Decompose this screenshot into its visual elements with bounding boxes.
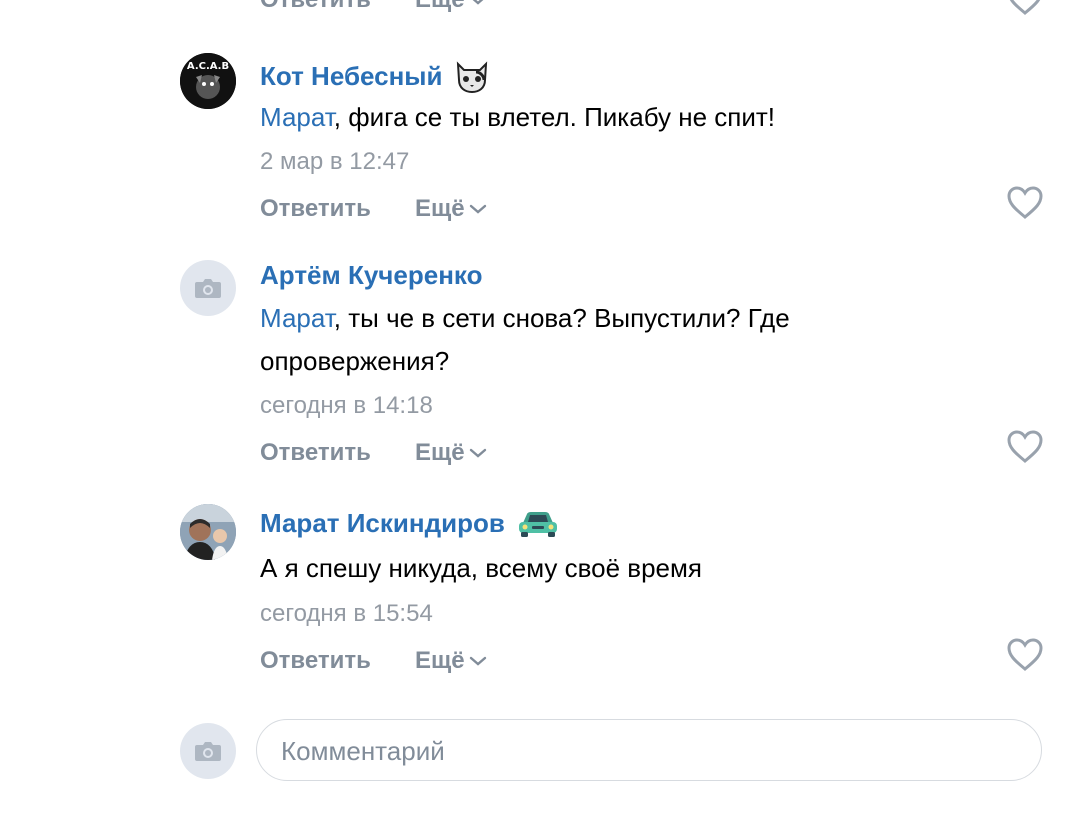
comment-composer (256, 719, 1042, 782)
avatar[interactable] (180, 260, 236, 316)
more-button[interactable]: Ещё (415, 195, 487, 223)
mention-link[interactable]: Марат (260, 303, 334, 333)
reply-button[interactable]: Ответить (260, 195, 371, 223)
comment-author[interactable]: Марат Искиндиров (260, 508, 559, 539)
mention-link[interactable]: Марат (260, 102, 334, 132)
cat-emoji-icon (457, 61, 488, 94)
comment-text: А я спешу никуда, всему своё время (260, 547, 920, 590)
more-button[interactable]: Ещё (415, 0, 487, 14)
more-label: Ещё (415, 647, 465, 674)
avatar[interactable]: A.C.A.B (180, 53, 236, 109)
more-label: Ещё (415, 439, 465, 466)
svg-text:A.C.A.B: A.C.A.B (187, 61, 229, 72)
heart-icon[interactable] (1006, 430, 1044, 464)
comment-text: Марат, ты че в сети снова? Выпустили? Гд… (260, 297, 920, 383)
author-name: Артём Кучеренко (260, 260, 483, 290)
author-name: Кот Небесный (260, 60, 443, 91)
more-button[interactable]: Ещё (415, 439, 487, 467)
user-photo-icon (180, 504, 236, 560)
more-button[interactable]: Ещё (415, 647, 487, 675)
reply-button[interactable]: Ответить (260, 0, 371, 14)
comment-body: А я спешу никуда, всему своё время (260, 553, 702, 583)
camera-icon (195, 742, 221, 761)
composer-avatar (180, 723, 236, 779)
heart-icon[interactable] (1006, 0, 1044, 16)
comment-time[interactable]: сегодня в 15:54 (260, 600, 433, 628)
heart-icon[interactable] (1006, 186, 1044, 220)
chevron-down-icon (469, 204, 486, 214)
reply-button[interactable]: Ответить (260, 647, 371, 675)
comment-author[interactable]: Кот Небесный (260, 58, 490, 94)
car-emoji-icon (518, 511, 557, 537)
author-name: Марат Искиндиров (260, 508, 505, 538)
comment-time[interactable]: 2 мар в 12:47 (260, 148, 409, 176)
comment-author[interactable]: Артём Кучеренко (260, 260, 482, 291)
camera-icon (195, 279, 221, 298)
acab-logo-icon: A.C.A.B (180, 53, 236, 109)
comment-input[interactable] (279, 720, 1003, 782)
comment-text: Марат, фига се ты влетел. Пикабу не спит… (260, 96, 920, 139)
avatar[interactable] (180, 504, 236, 560)
comment-body: , фига се ты влетел. Пикабу не спит! (333, 102, 776, 132)
chevron-down-icon (469, 448, 486, 458)
more-label: Ещё (415, 195, 465, 222)
heart-icon[interactable] (1006, 638, 1044, 672)
chevron-down-icon (472, 0, 483, 5)
reply-button[interactable]: Ответить (260, 439, 371, 467)
comment-body: , ты че в сети снова? Выпустили? Где опр… (260, 303, 790, 376)
comment-time[interactable]: сегодня в 14:18 (260, 392, 433, 420)
chevron-down-icon (469, 656, 486, 666)
more-label: Ещё (415, 0, 465, 14)
